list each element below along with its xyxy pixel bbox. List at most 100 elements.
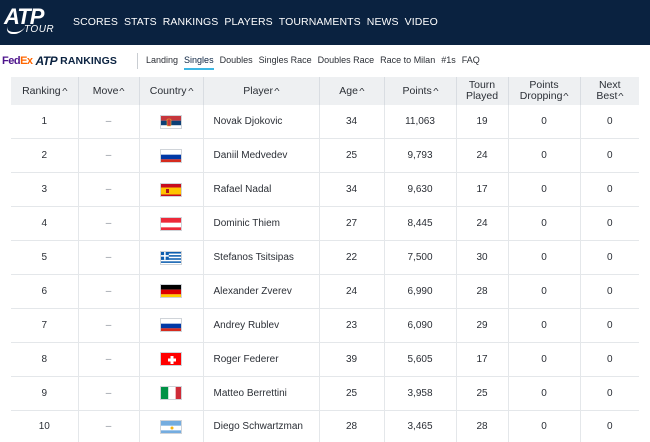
points-cell[interactable]: 7,500 [383,240,456,275]
nav-news[interactable]: NEWS [367,16,399,28]
tourn-played-cell[interactable]: 17 [455,342,508,377]
points-dropping-cell: 0 [507,274,580,309]
table-row[interactable]: 5– Stefanos Tsitsipas 22 7,500 30 0 0 [11,240,639,275]
rank-cell: 5 [11,240,78,275]
points-cell[interactable]: 11,063 [383,105,456,140]
player-name-link[interactable]: Stefanos Tsitsipas [202,240,319,275]
col-header-player[interactable]: Player^ [202,77,319,105]
points-cell[interactable]: 9,630 [383,172,456,208]
country-flag-icon [160,148,182,163]
atp-tour-logo[interactable]: ATP TOUR [4,4,66,40]
age-cell: 25 [318,376,384,411]
table-row[interactable]: 6– Alexander Zverev 24 6,990 28 0 0 [11,274,639,309]
points-cell[interactable]: 6,990 [383,274,456,309]
points-dropping-cell: 0 [507,410,580,442]
tab-landing[interactable]: Landing [146,55,178,65]
rank-cell: 7 [11,308,78,343]
tab-singles-race[interactable]: Singles Race [259,55,312,65]
rank-cell: 2 [11,138,78,174]
sort-caret-icon: ^ [359,86,365,96]
tab-race-to-milan[interactable]: Race to Milan [380,55,435,65]
points-cell[interactable]: 8,445 [383,206,456,242]
rankings-tabs: Landing Singles Doubles Singles Race Dou… [146,55,486,70]
table-row[interactable]: 3– Rafael Nadal 34 9,630 17 0 0 [11,172,639,208]
tab-doubles-race[interactable]: Doubles Race [318,55,375,65]
next-best-cell: 0 [579,138,639,174]
player-name-link[interactable]: Roger Federer [202,342,319,377]
player-name-link[interactable]: Andrey Rublev [202,308,319,343]
points-dropping-cell: 0 [507,206,580,242]
sort-caret-icon: ^ [187,86,194,96]
points-cell[interactable]: 3,958 [383,376,456,411]
player-name-link[interactable]: Dominic Thiem [202,206,319,242]
country-cell [138,308,203,343]
tourn-played-cell[interactable]: 25 [455,376,508,411]
points-dropping-cell: 0 [507,240,580,275]
next-best-cell: 0 [579,274,639,309]
age-cell: 25 [318,138,384,174]
player-name-link[interactable]: Rafael Nadal [202,172,319,208]
tourn-played-cell[interactable]: 28 [455,410,508,442]
table-row[interactable]: 1– Novak Djokovic 34 11,063 19 0 0 [11,105,639,140]
tab-faq[interactable]: FAQ [462,55,480,65]
nav-players[interactable]: PLAYERS [224,16,272,28]
col-header-ranking[interactable]: Ranking^ [11,77,78,105]
rankings-table-container: Ranking^ Move^ Country^ Player^ Age^ Poi… [11,77,639,442]
table-row[interactable]: 9– Matteo Berrettini 25 3,958 25 0 0 [11,376,639,411]
col-header-age[interactable]: Age^ [318,77,384,105]
col-header-next-best[interactable]: Next Best^ [579,77,639,105]
col-header-move[interactable]: Move^ [77,77,139,105]
tourn-played-cell[interactable]: 29 [455,308,508,343]
country-flag-icon [160,352,182,367]
col-header-country[interactable]: Country^ [138,77,203,105]
col-header-points-label: Points [402,84,432,97]
tab-doubles[interactable]: Doubles [220,55,253,65]
rank-cell: 4 [11,206,78,242]
tab-number-ones[interactable]: #1s [441,55,456,65]
nav-video[interactable]: VIDEO [405,16,438,28]
table-row[interactable]: 8– Roger Federer 39 5,605 17 0 0 [11,342,639,377]
nav-rankings[interactable]: RANKINGS [163,16,219,28]
move-cell: – [77,308,139,343]
nav-tournaments[interactable]: TOURNAMENTS [279,16,361,28]
tourn-played-cell[interactable]: 24 [455,138,508,174]
player-name-link[interactable]: Matteo Berrettini [202,376,319,411]
points-cell[interactable]: 5,605 [383,342,456,377]
player-name-link[interactable]: Diego Schwartzman [202,410,319,442]
nav-scores[interactable]: SCORES [73,16,118,28]
points-dropping-cell: 0 [507,172,580,208]
fedex-atp-rankings-logo[interactable]: FedEx ATP RANKINGS [2,54,117,68]
col-header-points[interactable]: Points^ [383,77,456,105]
tourn-played-cell[interactable]: 24 [455,206,508,242]
country-cell [138,138,203,174]
tourn-played-cell[interactable]: 28 [455,274,508,309]
table-row[interactable]: 10– Diego Schwartzman 28 3,465 28 0 0 [11,410,639,442]
move-cell: – [77,206,139,242]
nav-stats[interactable]: STATS [124,16,157,28]
points-dropping-cell: 0 [507,376,580,411]
tourn-played-cell[interactable]: 30 [455,240,508,275]
next-best-cell: 0 [579,206,639,242]
points-cell[interactable]: 6,090 [383,308,456,343]
logo-swoosh-icon [4,26,26,34]
player-name-link[interactable]: Novak Djokovic [202,105,319,140]
fedex-logo: FedEx [2,55,33,67]
points-dropping-cell: 0 [507,342,580,377]
tourn-played-cell[interactable]: 19 [455,105,508,140]
tourn-played-cell[interactable]: 17 [455,172,508,208]
points-cell[interactable]: 9,793 [383,138,456,174]
sort-caret-icon: ^ [618,92,624,101]
table-row[interactable]: 7– Andrey Rublev 23 6,090 29 0 0 [11,308,639,343]
col-header-points-dropping[interactable]: Points Dropping^ [507,77,580,105]
rankings-table: Ranking^ Move^ Country^ Player^ Age^ Poi… [11,77,639,442]
table-row[interactable]: 4– Dominic Thiem 27 8,445 24 0 0 [11,206,639,242]
points-cell[interactable]: 3,465 [383,410,456,442]
rank-cell: 10 [11,410,78,442]
next-best-cell: 0 [579,172,639,208]
country-flag-icon [160,114,182,129]
player-name-link[interactable]: Daniil Medvedev [202,138,319,174]
tab-singles[interactable]: Singles [184,55,214,70]
player-name-link[interactable]: Alexander Zverev [202,274,319,309]
table-row[interactable]: 2– Daniil Medvedev 25 9,793 24 0 0 [11,138,639,174]
age-cell: 34 [318,172,384,208]
